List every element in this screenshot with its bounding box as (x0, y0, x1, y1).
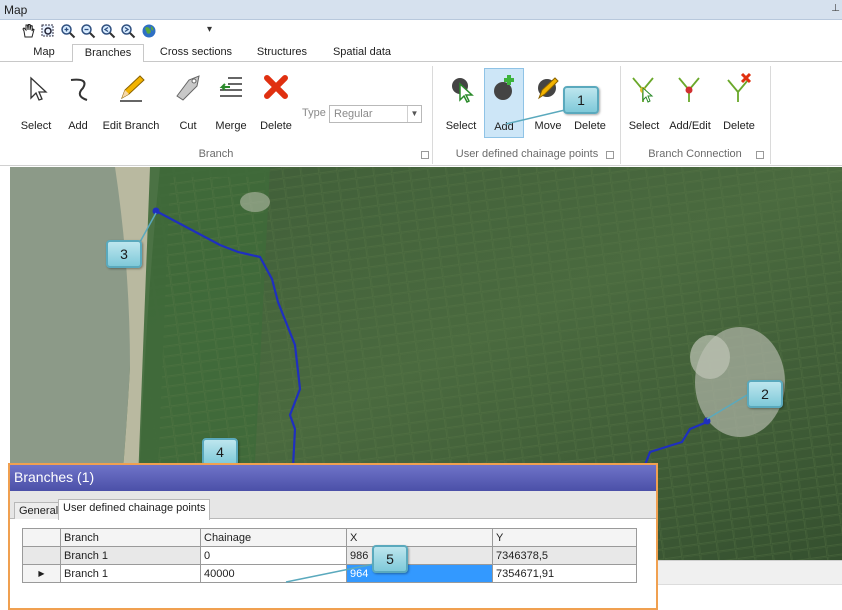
chainage-group-label: User defined chainage points (455, 148, 599, 160)
quick-toolbar-overflow[interactable]: ▾ (207, 24, 212, 35)
pin-icon[interactable]: ⊥ (831, 3, 840, 14)
panel-tabs: General User defined chainage points (10, 491, 656, 520)
pan-hand-icon[interactable] (20, 23, 36, 39)
status-area-lower (658, 584, 842, 610)
tab-map[interactable]: Map (24, 44, 64, 63)
zoom-out-icon[interactable] (80, 23, 96, 39)
chainage-select-button[interactable]: Select (441, 68, 481, 138)
callout-1-pointer (505, 109, 566, 125)
callout-3: 3 (106, 240, 142, 268)
cell-y[interactable]: 7346378,5 (492, 546, 637, 565)
scissors-tag-icon (176, 75, 200, 101)
branch-select-button[interactable]: Select (16, 68, 56, 138)
pencil-icon (120, 75, 145, 102)
callout-2: 2 (747, 380, 783, 408)
cell-branch[interactable]: Branch 1 (60, 564, 201, 583)
connection-add-edit-button[interactable]: Add/Edit (668, 68, 712, 138)
edit-branch-button[interactable]: Edit Branch (100, 68, 162, 138)
cursor-arrow-icon (30, 76, 48, 101)
connection-delete-icon (727, 72, 752, 102)
cell-branch[interactable]: Branch 1 (60, 546, 201, 565)
panel-title: Branches (1) (10, 465, 656, 491)
callout-5-pointer (285, 563, 375, 583)
status-area (658, 560, 842, 584)
chevron-down-icon[interactable]: ▼ (407, 106, 421, 122)
row-header[interactable] (22, 546, 61, 565)
connection-select-icon (632, 77, 654, 103)
current-row-marker[interactable]: ▶ (22, 564, 61, 583)
merge-icon (219, 77, 242, 97)
curve-line-icon (70, 78, 88, 101)
connection-select-button[interactable]: Select (624, 68, 664, 138)
row-header-corner (22, 528, 61, 547)
red-x-icon (264, 75, 288, 99)
group-separator (770, 66, 771, 164)
tab-spatial-data[interactable]: Spatial data (322, 44, 402, 63)
tab-general[interactable]: General (14, 502, 64, 519)
table-header-row: Branch Chainage X Y (22, 528, 637, 547)
connection-delete-button[interactable]: Delete (718, 68, 760, 138)
map-window-titlebar: Map ⊥ (0, 0, 842, 20)
zoom-previous-icon[interactable] (100, 23, 116, 39)
branch-type-select[interactable]: Regular ▼ (329, 105, 422, 123)
branch-group-launcher-icon[interactable] (421, 151, 429, 159)
branch-merge-button[interactable]: Merge (210, 68, 252, 138)
column-header-chainage[interactable]: Chainage (200, 528, 347, 547)
connection-group-launcher-icon[interactable] (756, 151, 764, 159)
connection-edit-icon (678, 77, 700, 102)
tab-cross-sections[interactable]: Cross sections (150, 44, 242, 63)
chainage-group-launcher-icon[interactable] (606, 151, 614, 159)
ribbon: Select Add Edit Branch Cut Merge Delete … (0, 62, 842, 166)
tab-structures[interactable]: Structures (248, 44, 316, 63)
cell-y[interactable]: 7354671,91 (492, 564, 637, 583)
branch-group-label: Branch (198, 148, 234, 160)
zoom-in-icon[interactable] (60, 23, 76, 39)
column-header-x[interactable]: X (346, 528, 493, 547)
type-label: Type (302, 107, 326, 119)
column-header-branch[interactable]: Branch (60, 528, 201, 547)
column-header-y[interactable]: Y (492, 528, 637, 547)
point-select-icon (452, 78, 474, 104)
branch-cut-button[interactable]: Cut (170, 68, 206, 138)
connection-group-label: Branch Connection (648, 148, 742, 160)
tab-branches[interactable]: Branches (72, 44, 144, 63)
ribbon-tabs: Map Branches Cross sections Structures S… (0, 42, 842, 63)
branches-panel: Branches (1) General User defined chaina… (8, 463, 658, 610)
zoom-next-icon[interactable] (120, 23, 136, 39)
branch-delete-button[interactable]: Delete (256, 68, 296, 138)
globe-icon[interactable] (141, 23, 157, 39)
branch-add-button[interactable]: Add (60, 68, 96, 138)
zoom-box-icon[interactable] (40, 23, 56, 39)
quick-toolbar: ▾ (0, 20, 842, 42)
window-title: Map (4, 3, 28, 17)
tab-user-defined-chainage-points[interactable]: User defined chainage points (58, 499, 211, 520)
